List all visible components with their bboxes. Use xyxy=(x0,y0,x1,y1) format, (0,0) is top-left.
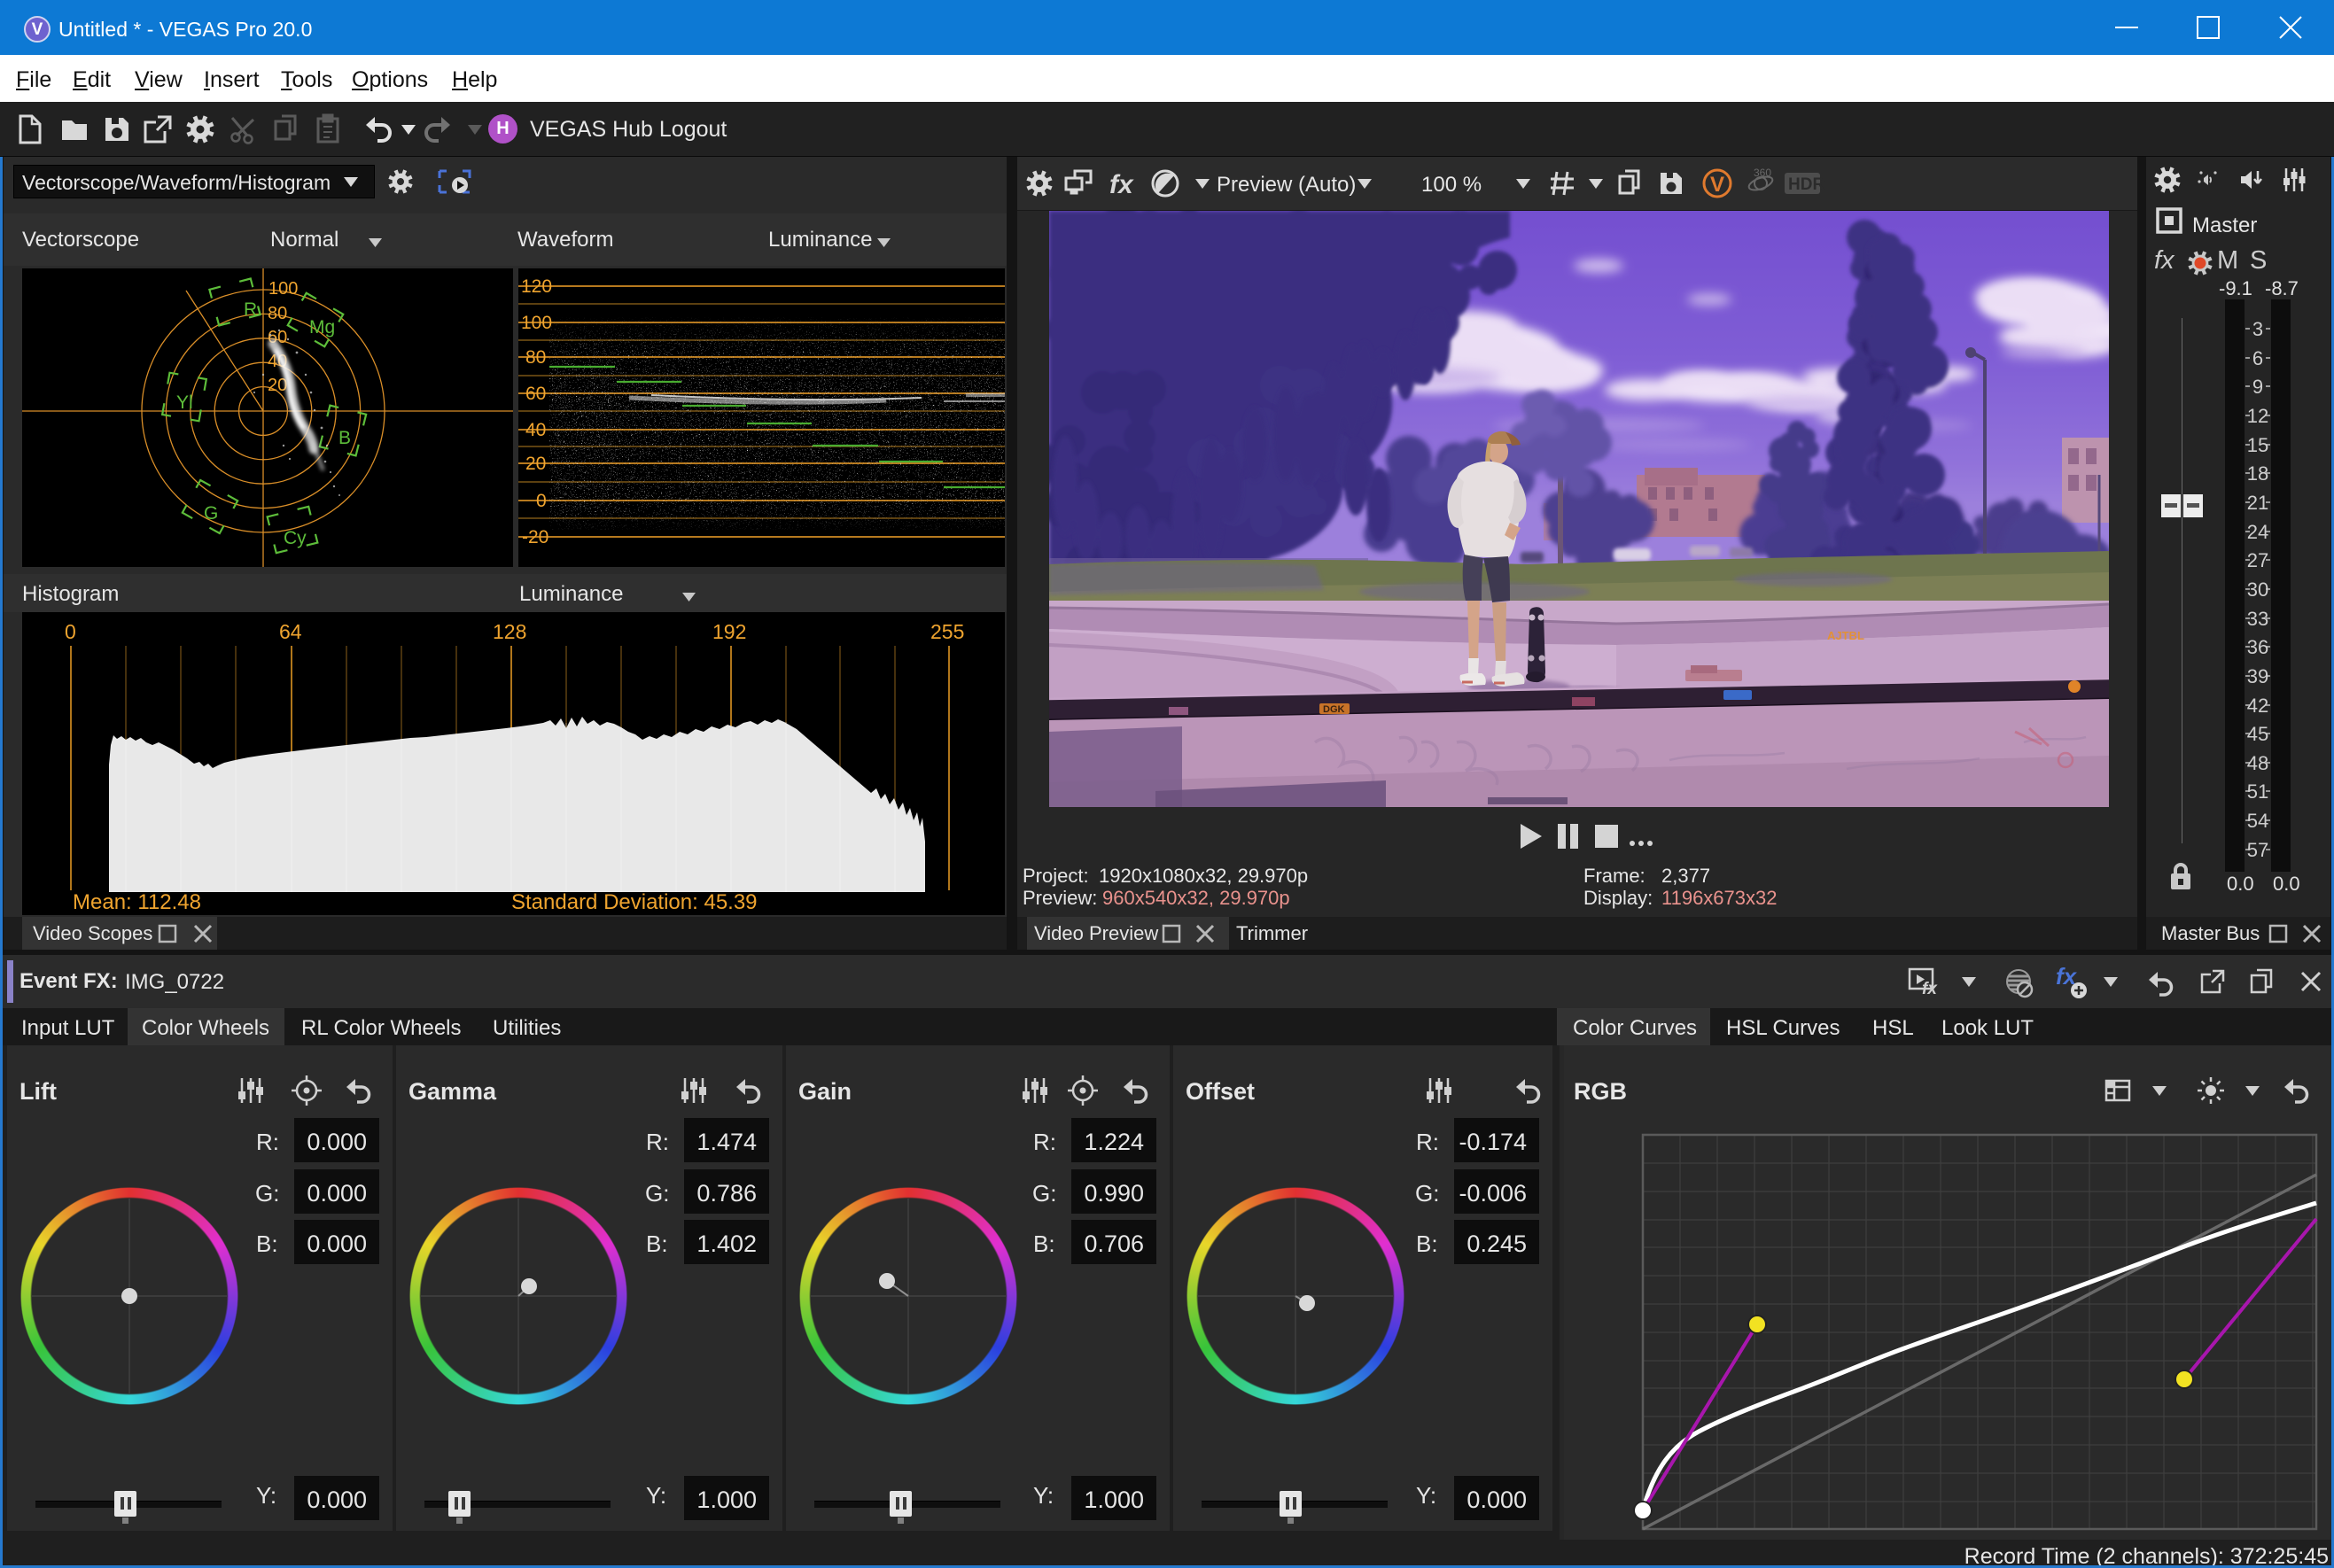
svg-text:18: 18 xyxy=(2247,462,2268,485)
svg-text:54: 54 xyxy=(2247,810,2268,832)
svg-text:30: 30 xyxy=(2247,578,2268,601)
svg-text:42: 42 xyxy=(2247,695,2268,717)
svg-text:Yl: Yl xyxy=(176,392,193,413)
svg-text:DGK: DGK xyxy=(1323,704,1345,715)
svg-text:9: 9 xyxy=(2252,376,2263,398)
svg-text:80: 80 xyxy=(268,304,287,323)
svg-text:21: 21 xyxy=(2247,492,2268,514)
svg-text:51: 51 xyxy=(2247,780,2268,803)
svg-text:64: 64 xyxy=(279,620,302,643)
svg-text:100: 100 xyxy=(268,279,298,299)
svg-text:G: G xyxy=(204,503,218,524)
svg-text:40: 40 xyxy=(525,420,546,440)
svg-text:Cy: Cy xyxy=(284,528,307,548)
svg-text:0: 0 xyxy=(536,491,547,511)
svg-text:60: 60 xyxy=(525,384,546,404)
svg-text:48: 48 xyxy=(2247,752,2268,774)
svg-text:6: 6 xyxy=(2252,347,2263,369)
svg-text:27: 27 xyxy=(2247,549,2268,571)
svg-text:20: 20 xyxy=(525,454,546,474)
svg-text:Mean: 112.48: Mean: 112.48 xyxy=(73,890,201,914)
svg-text:39: 39 xyxy=(2247,665,2268,687)
svg-text:3: 3 xyxy=(2252,318,2263,340)
svg-text:24: 24 xyxy=(2247,521,2268,543)
svg-text:57: 57 xyxy=(2247,839,2268,861)
svg-text:80: 80 xyxy=(525,347,546,368)
svg-text:0: 0 xyxy=(65,620,76,643)
svg-text:B: B xyxy=(338,428,351,448)
svg-text:Standard Deviation: 45.39: Standard Deviation: 45.39 xyxy=(511,890,758,914)
svg-text:fx: fx xyxy=(1922,980,1938,998)
svg-text:255: 255 xyxy=(930,620,964,643)
svg-text:12: 12 xyxy=(2247,405,2268,427)
svg-text:192: 192 xyxy=(712,620,746,643)
svg-text:36: 36 xyxy=(2247,636,2268,658)
svg-text:AJTBL: AJTBL xyxy=(1827,629,1864,642)
svg-text:Mg: Mg xyxy=(309,317,335,338)
svg-text:R: R xyxy=(244,299,257,320)
svg-text:360: 360 xyxy=(1754,167,1771,179)
svg-text:HDR: HDR xyxy=(1788,175,1824,194)
svg-text:33: 33 xyxy=(2247,608,2268,630)
svg-text:fx: fx xyxy=(1109,170,1134,199)
svg-text:100: 100 xyxy=(521,313,552,333)
svg-text:128: 128 xyxy=(493,620,526,643)
svg-text:120: 120 xyxy=(521,276,552,297)
svg-text:V: V xyxy=(1710,173,1724,197)
svg-text:45: 45 xyxy=(2247,723,2268,745)
svg-text:15: 15 xyxy=(2247,434,2268,456)
svg-text:-20: -20 xyxy=(522,527,548,547)
